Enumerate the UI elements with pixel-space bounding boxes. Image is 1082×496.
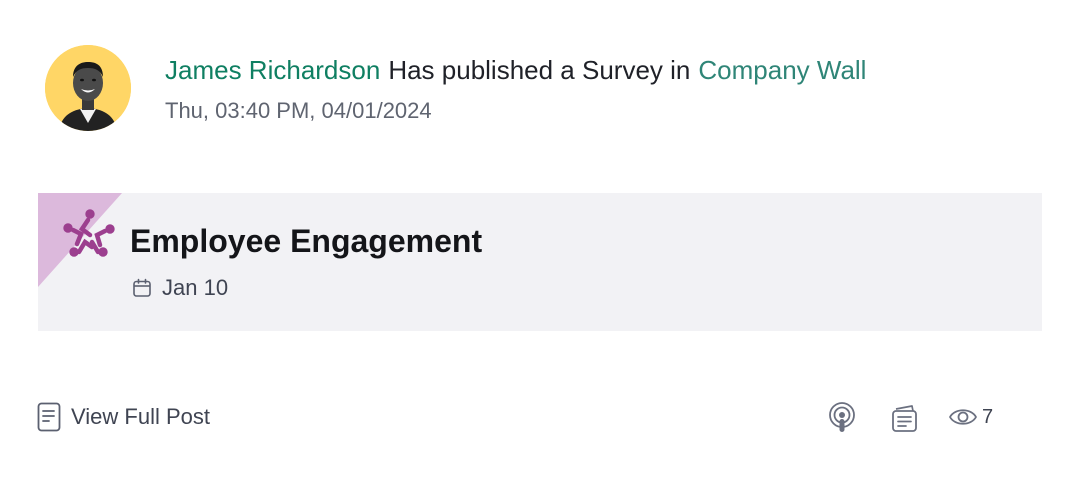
location-link[interactable]: Company Wall: [698, 55, 866, 85]
post-timestamp: Thu, 03:40 PM, 04/01/2024: [165, 98, 432, 123]
post-action-text: Has published a Survey in: [388, 55, 691, 85]
calendar-icon: [133, 278, 151, 297]
survey-date: Jan 10: [162, 275, 229, 300]
podcast-icon[interactable]: [827, 402, 857, 434]
author-link[interactable]: James Richardson: [165, 55, 380, 85]
person-photo: [45, 45, 131, 131]
view-full-post-link[interactable]: View Full Post: [37, 401, 210, 433]
survey-people-icon: [63, 209, 115, 257]
view-full-post-label: View Full Post: [71, 404, 210, 429]
survey-date-row: Jan 10: [132, 273, 228, 303]
eye-icon[interactable]: [948, 405, 978, 429]
post-headline: James Richardson Has published a Survey i…: [165, 53, 866, 87]
document-icon: [37, 402, 61, 432]
notes-icon[interactable]: [890, 403, 920, 433]
survey-card[interactable]: Employee Engagement Jan 10: [38, 193, 1042, 331]
avatar[interactable]: [45, 45, 131, 131]
survey-title: Employee Engagement: [130, 223, 483, 259]
view-count: 7: [982, 406, 994, 428]
